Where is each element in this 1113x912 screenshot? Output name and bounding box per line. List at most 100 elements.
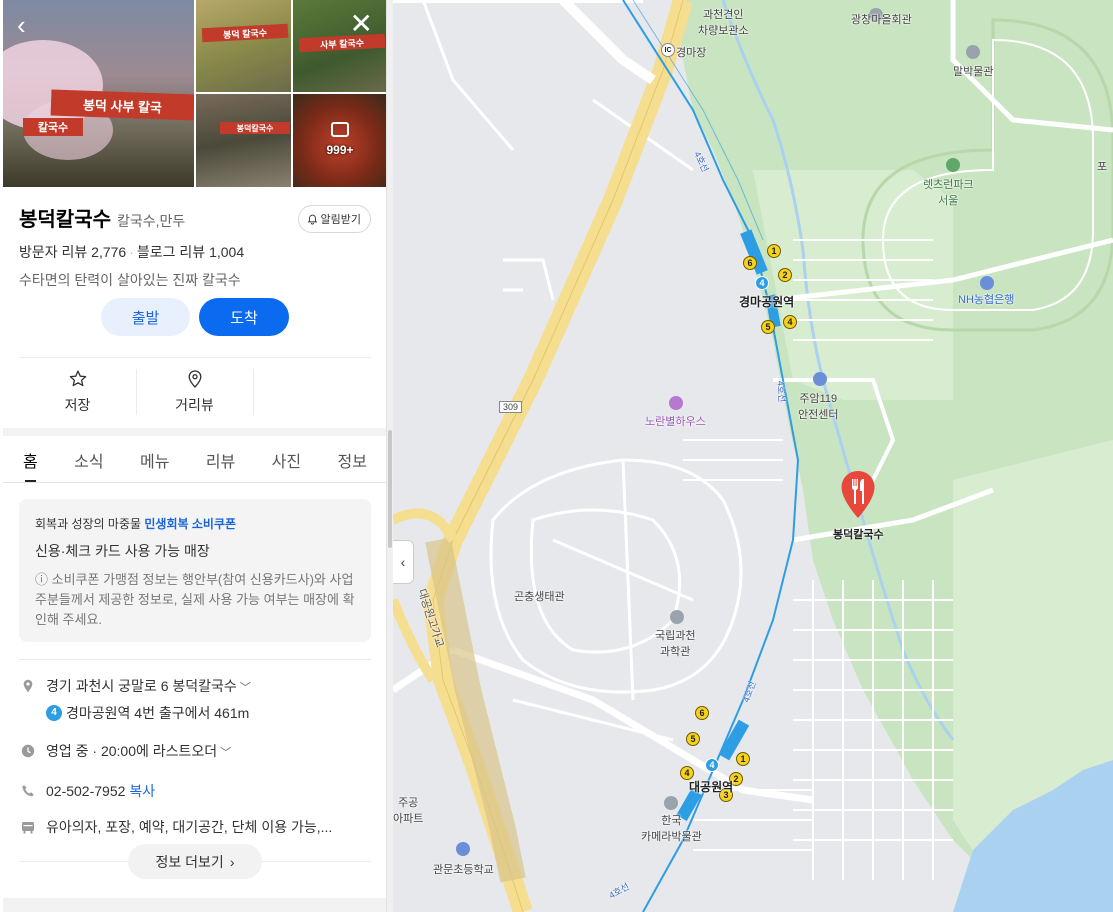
pin-icon — [188, 370, 201, 388]
museum-icon[interactable] — [664, 796, 678, 810]
separator-dot: · — [129, 244, 134, 260]
coupon-card: 회복과 성장의 마중물 민생회복 소비쿠폰 신용·체크 카드 사용 가능 매장 … — [19, 499, 371, 642]
place-details: 경기 과천시 궁말로 6 봉덕칼국수 ﹀ 4 경마공원역 4번 출구에서 461m… — [19, 676, 371, 851]
subway-line-badge: 4 — [46, 705, 62, 721]
action-spacer — [253, 369, 370, 415]
map-label-ic: 경마장 — [676, 47, 707, 59]
address-text[interactable]: 경기 과천시 궁말로 6 봉덕칼국수 — [46, 678, 237, 694]
map-label-horse-museum: 말박물관 — [953, 66, 994, 78]
collapse-panel-button[interactable]: ‹ — [393, 540, 414, 584]
photo-thumb-3[interactable]: 봉덕칼국수 — [196, 94, 291, 187]
amenities-text: 유아의자, 포장, 예약, 대기공간, 단체 이용 가능,... — [46, 819, 333, 835]
road-shield-309: 309 — [499, 401, 523, 413]
visitor-reviews-link[interactable]: 방문자 리뷰 2,776 — [19, 244, 126, 260]
map-label-safety-center: 주암119 안전센터 — [798, 393, 839, 421]
action-row: 저장 거리뷰 — [19, 369, 371, 415]
place-description: 수타면의 탄력이 살아있는 진짜 칼국수 — [19, 272, 241, 288]
place-category: 칼국수,만두 — [117, 213, 186, 229]
phone-icon — [22, 785, 34, 797]
map-label-station[interactable]: 대공원역 — [689, 778, 733, 795]
tab-info[interactable]: 정보 — [334, 448, 371, 472]
museum-icon[interactable] — [670, 610, 684, 624]
alarm-button[interactable]: 알림받기 — [297, 205, 371, 233]
photo-thumb-more[interactable]: 999+ — [293, 94, 387, 187]
star-icon — [69, 370, 86, 387]
chevron-down-icon[interactable]: ﹀ — [240, 682, 251, 694]
section-gap — [3, 898, 387, 912]
park-icon[interactable] — [946, 158, 960, 172]
tab-photo[interactable]: 사진 — [268, 448, 305, 472]
section-gap — [3, 428, 387, 436]
fire-station-icon[interactable] — [813, 372, 827, 386]
photo-thumb-1[interactable]: 봉덕 칼국수 — [196, 0, 291, 92]
exit-marker[interactable]: 1 — [767, 244, 781, 258]
more-info-button[interactable]: 정보 더보기 › — [128, 844, 262, 879]
hours-row: 영업 중 · 20:00에 라스트오더 ﹀ — [19, 741, 371, 763]
close-icon[interactable]: ✕ — [350, 10, 373, 38]
tabs-underline — [3, 482, 387, 483]
exit-marker[interactable]: 1 — [736, 752, 750, 766]
copy-link[interactable]: 복사 — [129, 783, 155, 799]
exit-marker[interactable]: 5 — [686, 732, 700, 746]
amenities-row: 유아의자, 포장, 예약, 대기공간, 단체 이용 가능,... — [19, 817, 371, 837]
exit-marker[interactable]: 2 — [778, 268, 792, 282]
exit-marker[interactable]: 5 — [761, 320, 775, 334]
divider — [19, 357, 371, 358]
depart-button[interactable]: 출발 — [101, 298, 190, 336]
streetview-label: 거리뷰 — [175, 397, 214, 413]
subway-line-badge[interactable]: 4 — [705, 758, 719, 772]
chevron-right-icon: › — [229, 853, 235, 870]
clock-icon — [21, 744, 35, 758]
subway-line-badge[interactable]: 4 — [755, 276, 769, 290]
save-button[interactable]: 저장 — [19, 369, 136, 415]
phone-number: 02-502-7952 — [46, 783, 126, 799]
arrive-button[interactable]: 도착 — [199, 298, 289, 336]
place-panel: 봉덕 사부 칼국 칼국수 ‹ 봉덕 칼국수 사부 칼국수 ✕ 봉덕칼국수 999… — [0, 0, 393, 912]
map-canvas[interactable]: 1 2 6 5 4 4 6 5 1 2 3 4 4 IC 과천견인 차량보관소 경… — [393, 0, 1113, 912]
tab-bar: 홈 소식 메뉴 리뷰 사진 정보 — [19, 448, 371, 482]
map-label-school: 관문초등학교 — [433, 864, 494, 876]
subway-info: 경마공원역 4번 출구에서 461m — [66, 705, 250, 721]
fork-knife-icon — [841, 471, 875, 518]
chevron-down-icon[interactable]: ﹀ — [220, 747, 231, 759]
map-base — [393, 0, 1113, 912]
school-icon[interactable] — [456, 842, 470, 856]
alarm-label: 알림받기 — [320, 214, 361, 226]
coupon-head-highlight: 민생회복 소비쿠폰 — [144, 517, 237, 531]
museum-icon[interactable] — [966, 45, 980, 59]
map-label-station[interactable]: 경마공원역 — [739, 293, 794, 310]
tab-home[interactable]: 홈 — [19, 448, 42, 482]
map-label-camera-museum: 한국 카메라박물관 — [641, 815, 702, 843]
streetview-button[interactable]: 거리뷰 — [136, 369, 253, 415]
blog-reviews-link[interactable]: 블로그 리뷰 1,004 — [137, 244, 244, 260]
coupon-sub: 신용·체크 카드 사용 가능 매장 — [35, 543, 210, 559]
coupon-note: ⓘ 소비쿠폰 가맹점 정보는 행안부(참여 신용카드사)와 사업주분들께서 제공… — [35, 572, 355, 627]
bell-icon — [307, 214, 317, 225]
photo-thumb-2[interactable]: 사부 칼국수 ✕ — [293, 0, 387, 92]
main-photo[interactable]: 봉덕 사부 칼국 칼국수 ‹ — [3, 0, 194, 187]
map-label-restaurant[interactable]: 봉덕칼국수 — [833, 526, 884, 542]
chevron-left-icon[interactable]: ‹ — [17, 12, 26, 38]
hours-text[interactable]: 영업 중 · 20:00에 라스트오더 — [46, 743, 217, 759]
location-icon — [23, 679, 33, 693]
exit-marker[interactable]: 6 — [695, 706, 709, 720]
restaurant-pin[interactable] — [840, 470, 876, 520]
exit-marker[interactable]: 6 — [743, 256, 757, 270]
panel-scrollbar[interactable] — [388, 430, 392, 548]
tab-menu[interactable]: 메뉴 — [136, 448, 173, 472]
divider — [19, 659, 371, 660]
map-label-edge: 포 — [1097, 161, 1108, 173]
amenity-icon — [22, 822, 34, 834]
map-label-hall: 광창마을회관 — [851, 14, 912, 26]
photo-gallery: 봉덕 사부 칼국 칼국수 ‹ 봉덕 칼국수 사부 칼국수 ✕ 봉덕칼국수 999… — [3, 0, 387, 187]
exit-marker[interactable]: 4 — [783, 315, 797, 329]
bank-icon[interactable] — [980, 276, 994, 290]
save-label: 저장 — [64, 397, 91, 413]
lodging-icon[interactable] — [669, 396, 683, 410]
coupon-head-prefix: 회복과 성장의 마중물 — [35, 517, 142, 531]
tab-review[interactable]: 리뷰 — [202, 448, 239, 472]
ic-badge: IC — [661, 43, 675, 57]
map-label-line4: 4호선 — [775, 380, 788, 403]
place-title: 봉덕칼국수 — [19, 209, 111, 231]
tab-news[interactable]: 소식 — [70, 448, 107, 472]
